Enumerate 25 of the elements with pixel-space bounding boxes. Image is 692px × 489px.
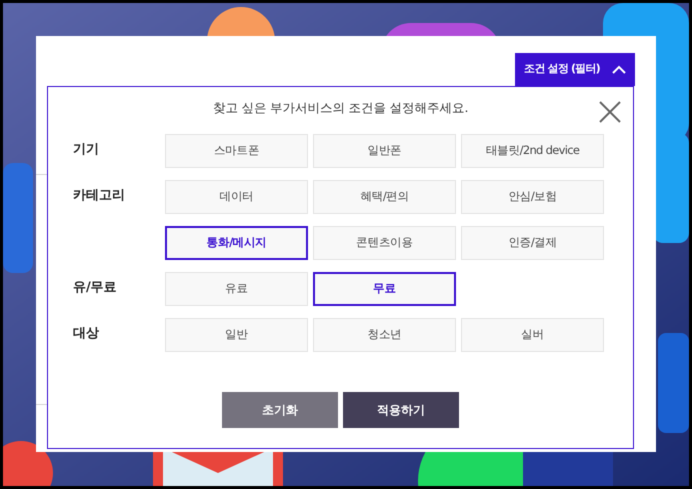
filter-label: 기기 xyxy=(73,142,99,157)
filter-option[interactable]: 청소년 xyxy=(313,318,456,352)
filter-option[interactable]: 통화/메시지 xyxy=(165,226,308,260)
filter-label: 유/무료 xyxy=(73,280,117,295)
filter-label: 대상 xyxy=(73,326,99,341)
filter-toggle-button[interactable]: 조건 설정 (필터) xyxy=(515,53,635,86)
filter-option[interactable]: 데이터 xyxy=(165,180,308,214)
filter-option[interactable]: 안심/보험 xyxy=(461,180,604,214)
filter-option[interactable]: 일반폰 xyxy=(313,134,456,168)
chevron-up-icon xyxy=(612,65,626,74)
filter-option[interactable]: 일반 xyxy=(165,318,308,352)
dialog-prompt: 찾고 싶은 부가서비스의 조건을 설정해주세요. xyxy=(213,99,468,117)
close-button[interactable] xyxy=(599,99,621,121)
filter-label: 카테고리 xyxy=(73,188,125,203)
filter-option[interactable]: 실버 xyxy=(461,318,604,352)
apply-button[interactable]: 적용하기 xyxy=(343,392,459,428)
reset-button[interactable]: 초기화 xyxy=(222,392,338,428)
filter-option[interactable]: 스마트폰 xyxy=(165,134,308,168)
filter-option[interactable]: 인증/결제 xyxy=(461,226,604,260)
filter-option[interactable]: 무료 xyxy=(313,272,456,306)
filter-option[interactable]: 혜택/편의 xyxy=(313,180,456,214)
filter-option[interactable]: 태블릿/2nd device xyxy=(461,134,604,168)
close-icon xyxy=(599,100,621,123)
filter-option[interactable]: 유료 xyxy=(165,272,308,306)
filter-option[interactable]: 콘텐츠이용 xyxy=(313,226,456,260)
